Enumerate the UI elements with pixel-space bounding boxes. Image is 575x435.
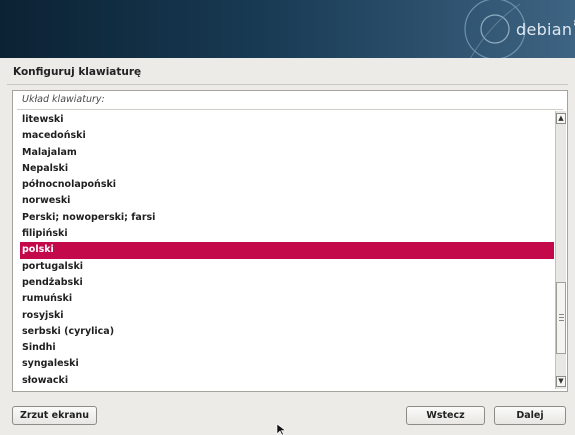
scroll-up-button[interactable]: ▲ <box>556 113 566 124</box>
list-scrollbar[interactable]: ▲ ▼ <box>555 111 566 389</box>
list-item[interactable]: serbski (cyrylica) <box>20 324 554 340</box>
keyboard-layout-panel: Układ klawiatury: litewski macedoński Mala… <box>12 90 568 392</box>
list-item[interactable]: Malajalam <box>20 145 554 161</box>
panel-divider <box>17 109 563 110</box>
title-divider <box>7 84 568 85</box>
scrollbar-thumb[interactable] <box>556 282 566 354</box>
list-item[interactable]: rumuński <box>20 291 554 307</box>
header-banner: debian8 <box>0 0 575 58</box>
keyboard-layout-list[interactable]: litewski macedoński Malajalam Nepalski półno… <box>20 112 554 388</box>
screenshot-button[interactable]: Zrzut ekranu <box>12 406 97 425</box>
list-item[interactable]: rosyjski <box>20 308 554 324</box>
list-item[interactable]: litewski <box>20 112 554 128</box>
keyboard-layout-label: Układ klawiatury: <box>22 94 105 105</box>
grip-icon <box>559 314 564 321</box>
list-item[interactable]: pendżabski <box>20 275 554 291</box>
list-item[interactable]: Sindhi <box>20 340 554 356</box>
next-button[interactable]: Dalej <box>494 406 566 425</box>
list-item[interactable]: filipiński <box>20 226 554 242</box>
list-item[interactable]: polski <box>20 242 554 259</box>
mouse-pointer-icon <box>276 423 287 435</box>
list-item[interactable]: Nepalski <box>20 161 554 177</box>
list-item[interactable]: portugalski <box>20 259 554 275</box>
list-item[interactable]: Perski; nowoperski; farsi <box>20 210 554 226</box>
list-item[interactable]: macedoński <box>20 128 554 144</box>
list-item[interactable]: norweski <box>20 193 554 209</box>
page-title: Konfiguruj klawiaturę <box>13 66 142 78</box>
brand-text: debian <box>516 20 573 39</box>
list-item[interactable]: słowacki <box>20 373 554 388</box>
list-item[interactable]: syngaleski <box>20 356 554 372</box>
back-button[interactable]: Wstecz <box>406 406 485 425</box>
list-item[interactable]: północnolapoński <box>20 177 554 193</box>
debian-logo: debian8 <box>516 19 575 39</box>
scroll-down-button[interactable]: ▼ <box>556 376 566 387</box>
